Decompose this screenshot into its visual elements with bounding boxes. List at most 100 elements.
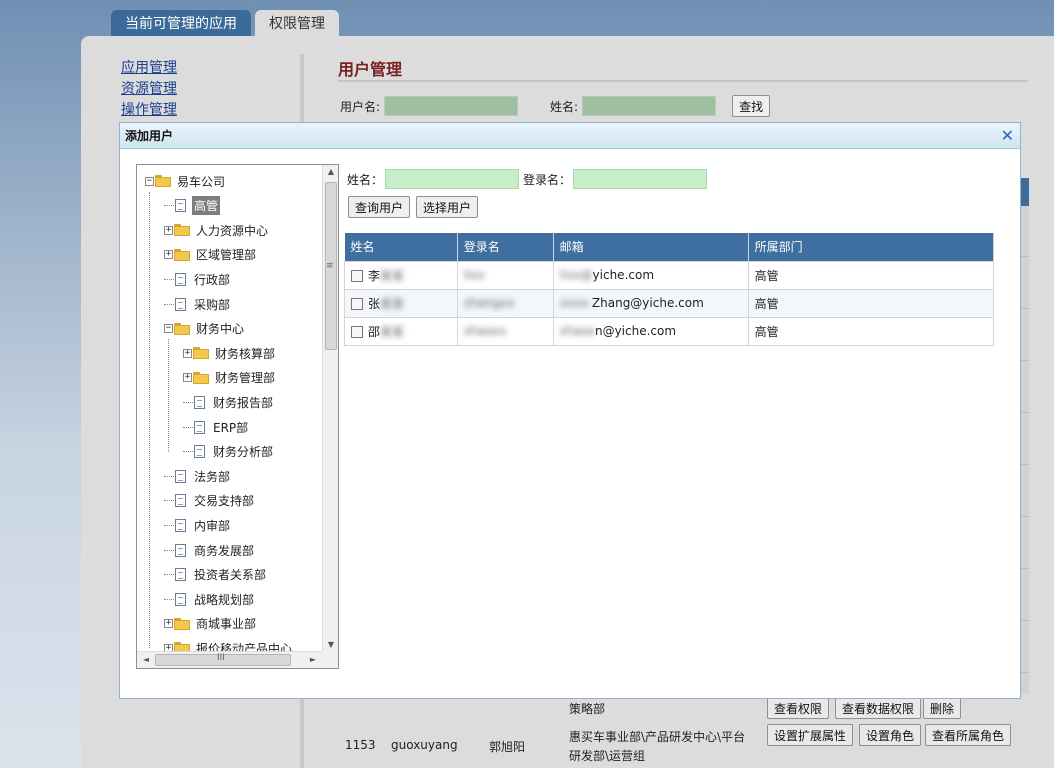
tree-node[interactable]: + 商城事业部 (164, 614, 258, 634)
tree-horizontal-scrollbar[interactable]: ◄ III ► (137, 651, 322, 668)
tree-node-label[interactable]: 区域管理部 (194, 245, 258, 264)
tree-node[interactable]: ERP部 (183, 417, 250, 437)
document-icon (194, 445, 205, 459)
expand-icon[interactable]: + (164, 619, 173, 629)
tree-node-label[interactable]: ERP部 (211, 418, 250, 437)
expand-icon[interactable]: + (183, 373, 192, 383)
search-button[interactable]: 查找 (732, 95, 771, 117)
tree-node-label[interactable]: 财务核算部 (213, 344, 277, 363)
username-label: 用户名: (340, 99, 381, 114)
table-row[interactable]: 邵某某 shaoxx shaoxn@yiche.com 高管 (344, 316, 995, 346)
tree-node[interactable]: + 人力资源中心 (164, 220, 270, 240)
nav-operation-management[interactable]: 操作管理 (121, 100, 177, 121)
nav-resource-management[interactable]: 资源管理 (121, 79, 177, 100)
scroll-grip-icon: ≡ (326, 261, 334, 271)
page-title: 用户管理 (338, 60, 403, 79)
tab-manageable-apps[interactable]: 当前可管理的应用 (111, 10, 251, 38)
dialog-name-input[interactable] (385, 169, 520, 189)
login-cell: zhangxx (456, 288, 554, 318)
tree-node-label[interactable]: 财务管理部 (213, 368, 277, 387)
folder-icon (193, 371, 209, 384)
scroll-corner (322, 651, 338, 668)
tree-node-label[interactable]: 商务发展部 (192, 541, 256, 560)
tree-node[interactable]: 行政部 (164, 269, 232, 289)
tree-node-label[interactable]: 财务分析部 (211, 442, 275, 461)
dialog-login-input[interactable] (573, 169, 708, 189)
document-icon (175, 518, 186, 532)
view-roles-button[interactable]: 查看所属角色 (925, 724, 1012, 746)
scroll-down-icon[interactable]: ▼ (323, 638, 338, 652)
tree-node-label[interactable]: 财务中心 (194, 319, 246, 338)
tree-node-label[interactable]: 人力资源中心 (194, 221, 270, 240)
close-icon[interactable]: ✕ (1001, 123, 1014, 149)
document-icon (175, 469, 186, 483)
collapse-icon[interactable]: − (145, 176, 154, 186)
table-row[interactable]: 李某某 lixx lixx@yiche.com 高管 (344, 260, 995, 290)
tree-connector (183, 451, 193, 453)
tree-node-label[interactable]: 交易支持部 (192, 491, 256, 510)
document-icon (175, 543, 186, 557)
expand-icon[interactable]: + (164, 250, 173, 260)
view-permission-button[interactable]: 查看权限 (767, 697, 830, 719)
table-row: 1153 guoxuyang 郭旭阳 惠买车事业部\产品研发中心\平台 研发部\… (337, 722, 1029, 768)
tree-node-label[interactable]: 易车公司 (175, 172, 227, 191)
tree-connector (164, 278, 174, 280)
set-role-button[interactable]: 设置角色 (859, 724, 922, 746)
expand-icon[interactable]: + (164, 225, 173, 235)
table-row[interactable]: 张某某 zhangxx xxxx.Zhang@yiche.com 高管 (344, 288, 995, 318)
query-user-button[interactable]: 查询用户 (348, 196, 411, 218)
view-data-permission-button[interactable]: 查看数据权限 (835, 697, 922, 719)
scroll-up-icon[interactable]: ▲ (323, 165, 338, 179)
tree-node[interactable]: 财务分析部 (183, 442, 275, 462)
expand-icon[interactable]: + (183, 348, 192, 358)
tree-node[interactable]: 法务部 (164, 466, 232, 486)
nav-app-management[interactable]: 应用管理 (121, 58, 177, 79)
scroll-left-icon[interactable]: ◄ (139, 652, 153, 668)
scroll-right-icon[interactable]: ► (306, 652, 320, 668)
set-extended-attr-button[interactable]: 设置扩展属性 (767, 724, 854, 746)
row-checkbox[interactable] (351, 325, 363, 338)
tree-node[interactable]: 战略规划部 (164, 589, 256, 609)
username-filter-input[interactable] (384, 96, 519, 116)
user-result-table: 姓名 登录名 邮箱 所属部门 李某某 lixx lixx@yiche.com 高… (344, 233, 995, 346)
tree-connector (164, 524, 174, 526)
folder-icon (155, 175, 171, 187)
tree-node[interactable]: 财务报告部 (183, 392, 275, 412)
tree-node[interactable]: 内审部 (164, 515, 232, 535)
tree-node[interactable]: + 财务核算部 (183, 343, 277, 363)
select-user-button[interactable]: 选择用户 (416, 196, 479, 218)
row-checkbox[interactable] (351, 297, 363, 310)
tree-node-label[interactable]: 战略规划部 (192, 590, 256, 609)
tree-node-label[interactable]: 财务报告部 (211, 393, 275, 412)
tree-node[interactable]: 商务发展部 (164, 540, 256, 560)
tree-node-label[interactable]: 内审部 (192, 516, 232, 535)
tree-node[interactable]: + 区域管理部 (164, 245, 258, 265)
tree-node-label[interactable]: 商城事业部 (194, 614, 258, 633)
collapse-icon[interactable]: − (164, 324, 173, 334)
tree-connector (164, 500, 174, 502)
email-redacted: xxxx. (559, 296, 592, 310)
name-visible: 邵 (368, 324, 381, 339)
tree-node[interactable]: 投资者关系部 (164, 565, 268, 585)
document-icon (175, 494, 186, 508)
login-cell: lixx (456, 260, 554, 290)
tree-vertical-scrollbar[interactable]: ▲ ≡ ▼ (322, 165, 338, 652)
tree-node[interactable]: 高管 (164, 196, 221, 216)
tree-node[interactable]: + 报价移动产品中心 (164, 638, 294, 652)
tree-node[interactable]: 交易支持部 (164, 491, 256, 511)
tree-node-label[interactable]: 投资者关系部 (192, 565, 268, 584)
tree-node-label[interactable]: 采购部 (192, 295, 232, 314)
login-redacted: lixx (463, 268, 485, 282)
row-checkbox[interactable] (351, 269, 363, 282)
tree-node[interactable]: 采购部 (164, 294, 232, 314)
tree-node[interactable]: − 易车公司 (145, 171, 227, 191)
tree-node-label[interactable]: 高管 (192, 196, 221, 216)
tree-node[interactable]: − 财务中心 (164, 319, 246, 339)
tree-node-label[interactable]: 法务部 (192, 467, 232, 486)
delete-button[interactable]: 删除 (923, 697, 962, 719)
tab-permission-management[interactable]: 权限管理 (255, 10, 339, 38)
top-tabs: 当前可管理的应用 权限管理 (111, 10, 339, 38)
tree-node-label[interactable]: 行政部 (192, 270, 232, 289)
name-filter-input[interactable] (582, 96, 717, 116)
tree-node[interactable]: + 财务管理部 (183, 368, 277, 388)
